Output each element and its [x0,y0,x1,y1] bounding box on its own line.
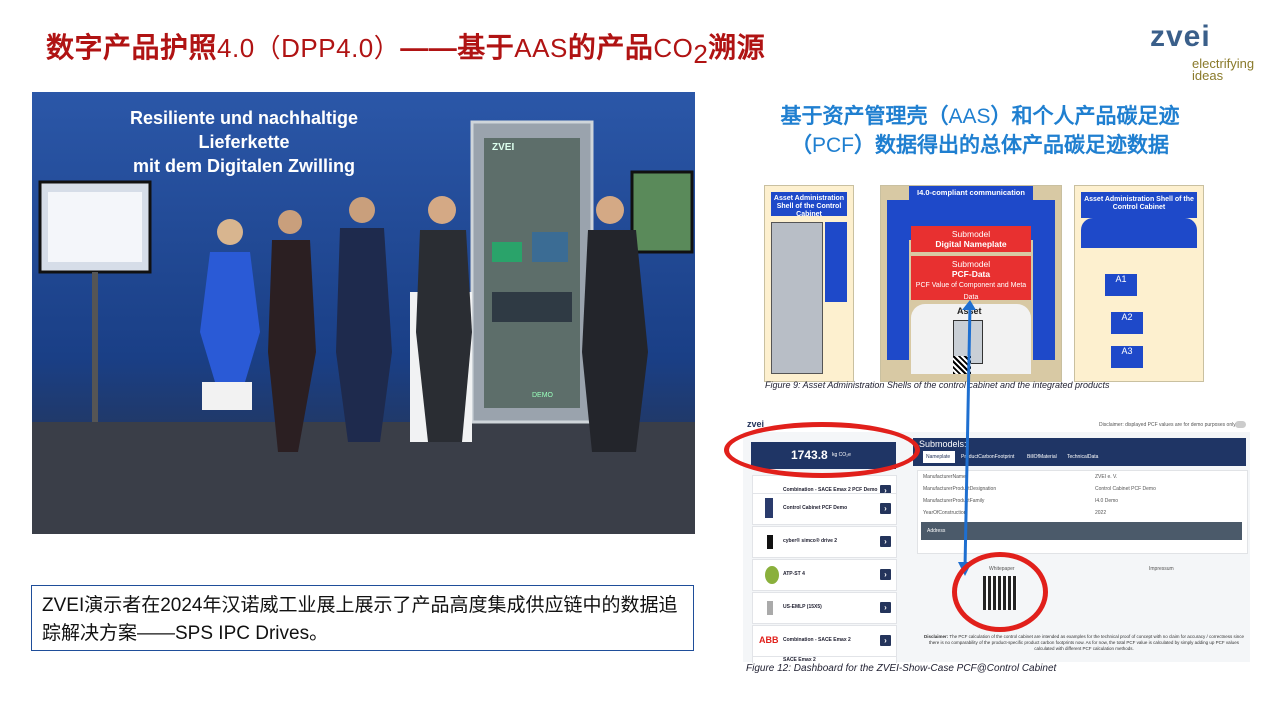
aas-left-title: Asset Administration Shell of the Contro… [771,192,847,218]
product-a2: A2 [1111,312,1143,334]
dashboard-disclaimer-bottom: Disclaimer: The PCF calculation of the c… [923,634,1245,651]
chevron-right-icon[interactable]: › [880,602,891,613]
aas-right-shell [1081,218,1197,248]
tab-technicaldata[interactable]: TechnicalData [1067,454,1098,460]
tab-nameplate[interactable]: Nameplate [926,454,950,460]
product-thumb [765,498,773,518]
photo-banner: Resiliente und nachhaltige Lieferkette mi… [129,108,359,176]
field-value: 2022 [1095,510,1107,516]
logo-wordmark: zvei [1150,20,1211,53]
product-thumb [767,535,773,549]
product-item[interactable]: US-EMLP (15X5) › [752,592,897,624]
abb-logo: ABB [759,635,779,645]
field-value: ZVEI e. V. [1095,474,1118,480]
tab-billofmaterial[interactable]: BillOfMaterial [1027,454,1057,460]
chevron-right-icon[interactable]: › [880,569,891,580]
product-item[interactable]: cyber® simco® drive 2 › [752,526,897,558]
cabinet-demo-label: DEMO [532,392,553,399]
cabinet-label: ZVEI [492,142,515,153]
aas-right-card: Asset Administration Shell of the Contro… [1074,185,1204,382]
demo-toggle[interactable] [1235,421,1246,428]
figure-9-caption: Figure 9: Asset Administration Shells of… [765,380,1110,390]
connector-arrow [958,300,976,576]
dashboard-disclaimer-top: Disclaimer: displayed PCF values are for… [1099,422,1236,428]
product-item[interactable]: Control Cabinet PCF Demo › [752,493,897,525]
product-a3: A3 [1111,346,1143,368]
product-item[interactable]: SACE Emax 2 [752,656,897,663]
chevron-right-icon[interactable]: › [880,536,891,547]
impressum-link[interactable]: Impressum [1149,566,1174,572]
aas-center-shell-right [1033,200,1055,360]
highlight-ring-pcf [724,422,920,478]
product-item[interactable]: ATP-ST 4 › [752,559,897,591]
page-title: 数字产品护照4.0（DPP4.0）——基于AAS的产品CO2溯源 [46,32,766,69]
logo-tagline: electrifying ideas [1192,56,1255,83]
cabinet-image [771,222,823,374]
event-photo: Resiliente und nachhaltige Lieferkette mi… [32,92,695,534]
address-label: Address [927,528,946,534]
submodel-nameplate: Submodel Digital Nameplate [911,226,1031,252]
product-a1: A1 [1105,274,1137,296]
aas-right-title: Asset Administration Shell of the Contro… [1081,192,1197,218]
product-thumb [767,601,773,615]
chevron-right-icon[interactable]: › [880,503,891,514]
pcf-heading: 基于资产管理壳（AAS）和个人产品碳足迹 （PCF）数据得出的总体产品碳足迹数据 [780,105,1180,157]
aas-left-card: Asset Administration Shell of the Contro… [764,185,854,382]
aas-center-shell-left [887,200,909,360]
photo-caption-box: ZVEI演示者在2024年汉诺威工业展上展示了产品高度集成供应链中的数据追踪解决… [31,585,694,651]
chevron-right-icon[interactable]: › [880,635,891,646]
aas-left-shell [825,222,847,302]
zvei-logo: zvei electrifying ideas [1150,20,1262,82]
comm-label: I4.0-compliant communication [909,186,1033,200]
product-item[interactable]: ABB Combination - SACE Emax 2 › [752,625,897,657]
submodel-pcf-data: Submodel PCF-Data PCF Value of Component a… [911,256,1031,301]
product-thumb [765,566,779,584]
field-value: Control Cabinet PCF Demo [1095,486,1156,492]
figure-12-caption: Figure 12: Dashboard for the ZVEI-Show-C… [746,663,1057,674]
highlight-ring-qr [952,552,1048,632]
field-value: I4.0 Demo [1095,498,1119,504]
